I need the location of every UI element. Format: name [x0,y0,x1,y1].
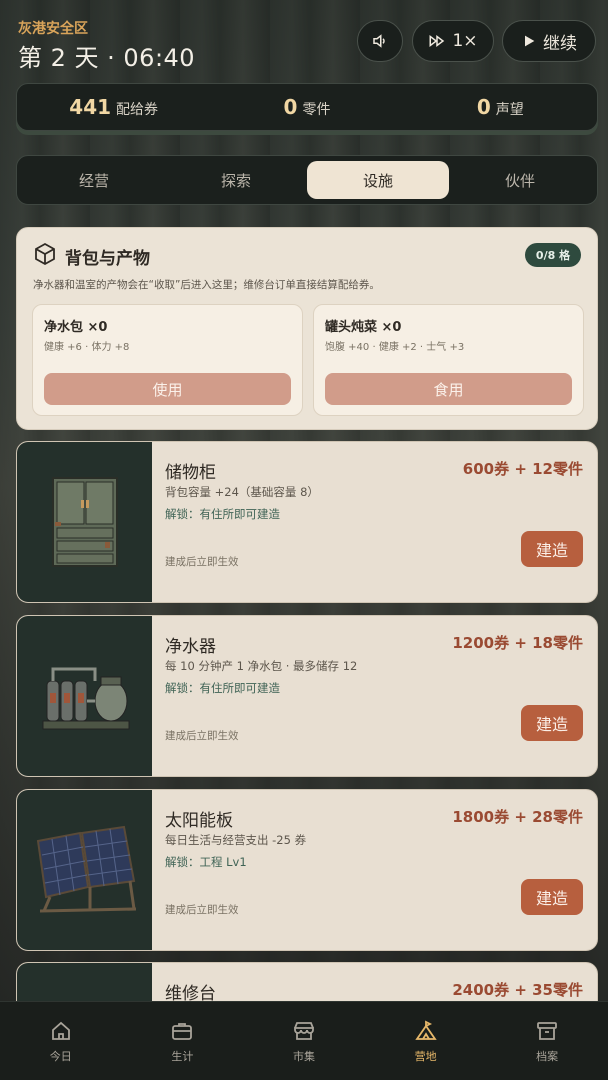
build-button[interactable]: 建造 [521,705,583,741]
item-effect: 健康 +6 · 体力 +8 [44,342,130,353]
home-icon [51,1021,70,1040]
speed-button[interactable]: 1× [412,20,494,62]
zone-label: 灰港安全区 [18,21,88,37]
nav-label: 档案 [536,1049,559,1063]
item-card: 罐头炖菜 ×0 饱腹 +40 · 健康 +2 · 士气 +3 食用 [313,304,584,416]
nav-label: 生计 [171,1049,194,1063]
facility-note: 建成后立即生效 [165,904,239,916]
resource-value: 0 [283,95,298,119]
backpack-description: 净水器和温室的产物会在“收取”后进入这里；维修台订单直接结算配给券。 [33,279,380,291]
facility-unlock: 解锁：有住所即可建造 [165,681,280,695]
bottom-nav: 今日 生计 市集 营地 档案 [0,1001,608,1080]
facility-card: 太阳能板 1800券 + 28零件 每日生活与经营支出 -25 券 解锁：工程 … [16,789,598,951]
nav-label: 营地 [414,1049,437,1063]
speaker-icon [373,34,385,48]
resource-bar: 441 配给券 0 零件 0 声望 [16,83,598,131]
facility-cost: 600券 + 12零件 [462,460,583,478]
facility-card: 净水器 1200券 + 18零件 每 10 分钟产 1 净水包 · 最多储存 1… [16,615,598,777]
backpack-title: 背包与产物 [65,249,150,269]
tab-companions[interactable]: 伙伴 [449,161,591,199]
facility-cost: 2400券 + 35零件 [452,981,583,999]
nav-today[interactable]: 今日 [0,1002,122,1080]
fast-forward-icon [429,35,445,47]
facility-cost: 1200券 + 18零件 [452,634,583,652]
resource-label: 声望 [495,102,524,118]
camp-icon [414,1020,437,1040]
item-name: 罐头炖菜 ×0 [325,320,402,335]
nav-archive[interactable]: 档案 [486,1002,608,1080]
resource-value: 0 [476,95,491,119]
build-button[interactable]: 建造 [521,531,583,567]
facility-note: 建成后立即生效 [165,556,239,568]
resume-button[interactable]: 继续 [502,20,596,62]
archive-icon [537,1021,558,1040]
facility-effect: 每 10 分钟产 1 净水包 · 最多储存 12 [165,659,358,673]
nav-label: 今日 [49,1049,72,1063]
facility-unlock: 解锁：有住所即可建造 [165,507,280,521]
resource-ration: 441 配给券 [17,95,210,119]
resume-label: 继续 [543,33,577,54]
facility-effect: 背包容量 +24（基础容量 8） [165,485,319,499]
nav-market[interactable]: 市集 [243,1002,365,1080]
build-button[interactable]: 建造 [521,879,583,915]
nav-livelihood[interactable]: 生计 [122,1002,244,1080]
tab-explore[interactable]: 探索 [165,161,307,199]
capacity-badge: 0/8 格 [525,243,581,267]
resource-label: 配给券 [116,102,159,118]
nav-camp[interactable]: 营地 [365,1002,487,1080]
store-icon [294,1021,314,1040]
facility-name: 净水器 [165,637,216,657]
cabinet-image [17,442,152,602]
day-time: 第 2 天 · 06:40 [18,44,196,72]
resource-parts: 0 零件 [210,95,403,119]
item-card: 净水包 ×0 健康 +6 · 体力 +8 使用 [32,304,303,416]
item-effect: 饱腹 +40 · 健康 +2 · 士气 +3 [325,342,465,353]
play-icon [525,35,535,47]
facility-name: 储物柜 [165,463,216,483]
purifier-image [17,616,152,776]
eat-button[interactable]: 食用 [325,373,572,405]
facility-effect: 每日生活与经营支出 -25 券 [165,833,307,847]
facility-unlock: 解锁：工程 Lv1 [165,855,247,869]
tab-facilities[interactable]: 设施 [307,161,449,199]
use-button[interactable]: 使用 [44,373,291,405]
resource-reputation: 0 声望 [404,95,597,119]
box-icon [35,242,55,266]
solar-panel-image [17,790,152,950]
resource-label: 零件 [302,102,331,118]
nav-label: 市集 [292,1049,315,1063]
item-name: 净水包 ×0 [44,320,108,335]
backpack-panel: 背包与产物 0/8 格 净水器和温室的产物会在“收取”后进入这里；维修台订单直接… [16,227,598,430]
facility-card: 储物柜 600券 + 12零件 背包容量 +24（基础容量 8） 解锁：有住所即… [16,441,598,603]
sound-button[interactable] [357,20,403,62]
briefcase-icon [172,1022,193,1040]
facility-name: 太阳能板 [165,811,233,831]
tab-operations[interactable]: 经营 [23,161,165,199]
tab-bar: 经营 探索 设施 伙伴 [16,155,598,205]
facility-note: 建成后立即生效 [165,730,239,742]
facility-cost: 1800券 + 28零件 [452,808,583,826]
speed-label: 1× [452,31,478,51]
resource-value: 441 [69,95,112,119]
